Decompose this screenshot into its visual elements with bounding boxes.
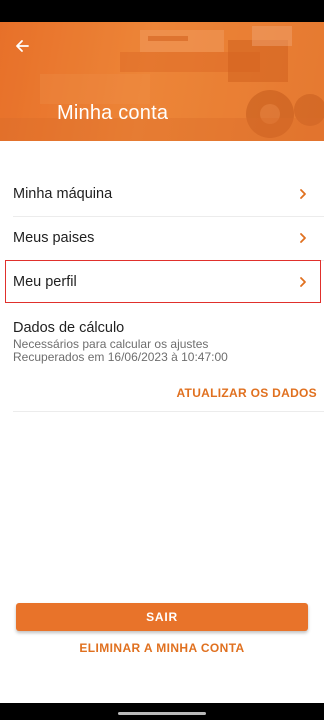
status-bar xyxy=(0,0,324,22)
menu-item-label: Meu perfil xyxy=(13,274,77,290)
calc-data-title: Dados de cálculo xyxy=(13,320,125,336)
header-banner: Minha conta xyxy=(0,22,324,141)
menu-item-label: Minha máquina xyxy=(13,186,113,202)
chevron-right-icon xyxy=(300,277,306,287)
calc-data-subtitle: Necessários para calcular os ajustes xyxy=(13,337,209,351)
home-indicator[interactable] xyxy=(118,712,206,715)
delete-account-button[interactable]: ELIMINAR A MINHA CONTA xyxy=(0,641,324,655)
menu-item-meu-perfil[interactable]: Meu perfil xyxy=(0,260,324,304)
divider xyxy=(13,411,324,412)
calc-data-retrieved: Recuperados em 16/06/2023 à 10:47:00 xyxy=(13,350,228,364)
menu-item-minha-maquina[interactable]: Minha máquina xyxy=(0,172,324,216)
page-title: Minha conta xyxy=(57,102,169,124)
chevron-right-icon xyxy=(300,233,306,243)
update-data-button[interactable]: ATUALIZAR OS DADOS xyxy=(176,386,317,400)
arrow-left-icon xyxy=(16,40,29,52)
back-button[interactable] xyxy=(8,32,36,60)
menu-item-label: Meus paises xyxy=(13,230,95,246)
chevron-right-icon xyxy=(300,189,306,199)
logout-button[interactable]: SAIR xyxy=(16,603,308,631)
menu-item-meus-paises[interactable]: Meus paises xyxy=(0,216,324,260)
